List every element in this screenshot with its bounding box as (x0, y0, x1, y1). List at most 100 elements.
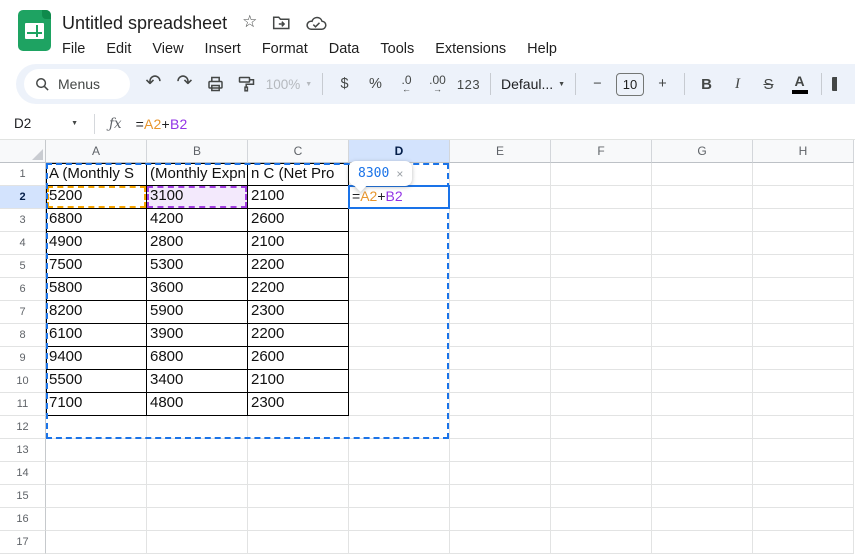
text-color-button[interactable]: A (784, 69, 815, 99)
italic-button[interactable]: I (722, 69, 753, 99)
cell-F14[interactable] (551, 462, 652, 485)
select-all-button[interactable] (0, 140, 46, 163)
redo-button[interactable]: ↷ (169, 68, 200, 98)
cell-H4[interactable] (753, 232, 854, 255)
cell-A4[interactable]: 4900 (46, 232, 147, 255)
cell-A9[interactable]: 9400 (46, 347, 147, 370)
cell-C13[interactable] (248, 439, 349, 462)
cell-F16[interactable] (551, 508, 652, 531)
cell-E5[interactable] (450, 255, 551, 278)
cell-E14[interactable] (450, 462, 551, 485)
row-header-7[interactable]: 7 (0, 301, 46, 324)
cell-F13[interactable] (551, 439, 652, 462)
row-header-13[interactable]: 13 (0, 439, 46, 462)
cell-C15[interactable] (248, 485, 349, 508)
cell-G14[interactable] (652, 462, 753, 485)
cell-B2[interactable]: 3100 (147, 186, 248, 209)
cell-C10[interactable]: 2100 (248, 370, 349, 393)
cell-E6[interactable] (450, 278, 551, 301)
cell-F2[interactable] (551, 186, 652, 209)
cell-B3[interactable]: 4200 (147, 209, 248, 232)
fill-color-button[interactable] (832, 77, 837, 91)
menu-format[interactable]: Format (262, 41, 308, 57)
cell-C9[interactable]: 2600 (248, 347, 349, 370)
cell-E8[interactable] (450, 324, 551, 347)
cell-G10[interactable] (652, 370, 753, 393)
cell-G11[interactable] (652, 393, 753, 416)
cell-F3[interactable] (551, 209, 652, 232)
cell-G8[interactable] (652, 324, 753, 347)
cell-A8[interactable]: 6100 (46, 324, 147, 347)
column-header-A[interactable]: A (46, 140, 147, 163)
increase-font-size-button[interactable]: + (647, 69, 678, 99)
column-header-H[interactable]: H (753, 140, 854, 163)
cell-D9[interactable] (349, 347, 450, 370)
cell-H6[interactable] (753, 278, 854, 301)
row-header-12[interactable]: 12 (0, 416, 46, 439)
cell-E15[interactable] (450, 485, 551, 508)
cell-B4[interactable]: 2800 (147, 232, 248, 255)
cell-G4[interactable] (652, 232, 753, 255)
cell-C11[interactable]: 2300 (248, 393, 349, 416)
cell-G16[interactable] (652, 508, 753, 531)
cell-H17[interactable] (753, 531, 854, 554)
cell-B7[interactable]: 5900 (147, 301, 248, 324)
name-box[interactable]: D2 ▼ (0, 116, 88, 131)
cell-D4[interactable] (349, 232, 450, 255)
cell-D13[interactable] (349, 439, 450, 462)
cell-editor-D2[interactable]: =A2+B2 (349, 186, 450, 209)
increase-decimal-button[interactable]: .00→ (422, 69, 453, 99)
cell-G6[interactable] (652, 278, 753, 301)
cell-B8[interactable]: 3900 (147, 324, 248, 347)
column-header-B[interactable]: B (147, 140, 248, 163)
font-family-select[interactable]: Defaul... ▼ (497, 69, 569, 99)
cell-D17[interactable] (349, 531, 450, 554)
cell-G12[interactable] (652, 416, 753, 439)
more-formats-button[interactable]: 123 (453, 69, 484, 99)
cell-A2[interactable]: 5200 (46, 186, 147, 209)
cell-H11[interactable] (753, 393, 854, 416)
cell-F11[interactable] (551, 393, 652, 416)
cell-A16[interactable] (46, 508, 147, 531)
cell-A11[interactable]: 7100 (46, 393, 147, 416)
cell-G15[interactable] (652, 485, 753, 508)
bold-button[interactable]: B (691, 69, 722, 99)
row-header-8[interactable]: 8 (0, 324, 46, 347)
row-header-15[interactable]: 15 (0, 485, 46, 508)
cell-B9[interactable]: 6800 (147, 347, 248, 370)
print-button[interactable] (200, 69, 231, 99)
column-header-F[interactable]: F (551, 140, 652, 163)
cell-B17[interactable] (147, 531, 248, 554)
cell-E11[interactable] (450, 393, 551, 416)
cell-D5[interactable] (349, 255, 450, 278)
row-header-6[interactable]: 6 (0, 278, 46, 301)
decrease-font-size-button[interactable]: − (582, 69, 613, 99)
cell-F4[interactable] (551, 232, 652, 255)
cell-E17[interactable] (450, 531, 551, 554)
cell-G1[interactable] (652, 163, 753, 186)
cell-E12[interactable] (450, 416, 551, 439)
column-header-E[interactable]: E (450, 140, 551, 163)
cell-H15[interactable] (753, 485, 854, 508)
cell-H7[interactable] (753, 301, 854, 324)
cell-B5[interactable]: 5300 (147, 255, 248, 278)
cell-E16[interactable] (450, 508, 551, 531)
cell-G9[interactable] (652, 347, 753, 370)
row-header-5[interactable]: 5 (0, 255, 46, 278)
cell-A5[interactable]: 7500 (46, 255, 147, 278)
cell-B15[interactable] (147, 485, 248, 508)
cell-F15[interactable] (551, 485, 652, 508)
cell-F9[interactable] (551, 347, 652, 370)
document-title[interactable]: Untitled spreadsheet (62, 13, 227, 34)
cell-A3[interactable]: 6800 (46, 209, 147, 232)
cell-D3[interactable] (349, 209, 450, 232)
cell-C7[interactable]: 2300 (248, 301, 349, 324)
cell-E9[interactable] (450, 347, 551, 370)
cell-D12[interactable] (349, 416, 450, 439)
cell-A1[interactable]: A (Monthly S (46, 163, 147, 186)
currency-format-button[interactable]: $ (329, 69, 360, 99)
cell-C4[interactable]: 2100 (248, 232, 349, 255)
cell-C3[interactable]: 2600 (248, 209, 349, 232)
zoom-control[interactable]: 100% ▼ (262, 69, 316, 99)
strikethrough-button[interactable]: S (753, 69, 784, 99)
